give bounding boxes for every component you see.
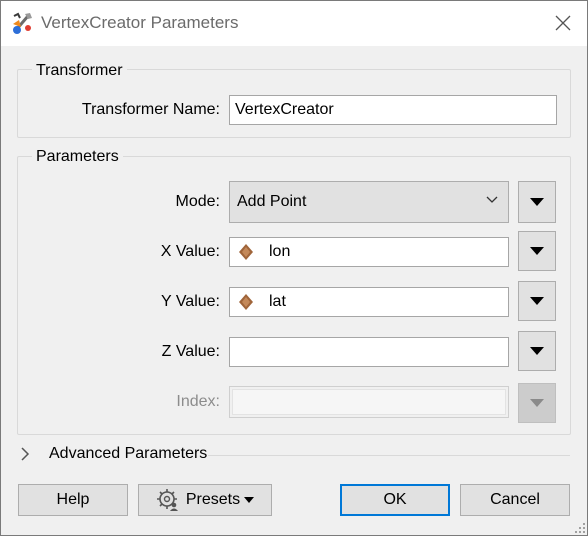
ok-button-label: OK [383, 491, 407, 508]
x-value-menu-button[interactable] [518, 231, 556, 271]
mode-menu-button[interactable] [518, 181, 556, 223]
z-value-menu-button[interactable] [518, 331, 556, 371]
index-field [229, 386, 509, 418]
index-field-inner [232, 389, 506, 415]
transformer-name-label: Transformer Name: [81, 101, 220, 118]
triangle-down-icon [244, 497, 255, 503]
mode-select[interactable]: Add Point [229, 181, 509, 223]
presets-button[interactable]: Presets [138, 484, 272, 516]
transformer-group-title: Transformer [32, 62, 127, 80]
attribute-icon [239, 244, 253, 260]
mode-label: Mode: [175, 193, 220, 210]
x-value-text: lon [269, 243, 291, 260]
chevron-right-icon [21, 447, 30, 461]
triangle-down-icon [530, 247, 544, 255]
help-button[interactable]: Help [18, 484, 128, 516]
y-value-label: Y Value: [160, 293, 220, 310]
presets-button-label: Presets [185, 491, 241, 508]
triangle-down-icon [530, 347, 544, 355]
close-button[interactable] [538, 0, 588, 46]
triangle-down-icon [530, 297, 544, 305]
attribute-icon [239, 294, 253, 310]
chevron-down-icon [486, 196, 498, 203]
triangle-down-icon [530, 198, 544, 206]
cancel-button[interactable]: Cancel [460, 484, 570, 516]
index-menu-button [518, 383, 556, 423]
x-value-label: X Value: [160, 243, 220, 260]
y-value-text: lat [269, 293, 286, 310]
transformer-name-value: VertexCreator [235, 101, 334, 118]
x-value-field[interactable]: lon [229, 237, 509, 267]
advanced-parameters-label: Advanced Parameters [49, 445, 208, 462]
resize-grip-icon[interactable] [572, 520, 586, 534]
cancel-button-label: Cancel [490, 491, 540, 508]
advanced-parameters-toggle[interactable]: Advanced Parameters [20, 445, 207, 463]
triangle-down-icon [530, 399, 544, 407]
fme-transformer-icon [13, 12, 32, 34]
z-value-field[interactable] [229, 337, 509, 367]
y-value-field[interactable]: lat [229, 287, 509, 317]
y-value-menu-button[interactable] [518, 281, 556, 321]
parameters-group-title: Parameters [32, 148, 123, 166]
window-title: VertexCreator Parameters [41, 13, 239, 32]
transformer-name-field[interactable]: VertexCreator [229, 95, 557, 125]
index-label: Index: [176, 393, 220, 410]
gear-user-icon [156, 489, 178, 511]
title-bar: VertexCreator Parameters [0, 0, 588, 46]
advanced-divider [208, 455, 570, 456]
z-value-label: Z Value: [161, 343, 220, 360]
close-icon [555, 15, 571, 31]
help-button-label: Help [56, 491, 90, 508]
mode-value: Add Point [237, 193, 307, 210]
ok-button[interactable]: OK [340, 484, 450, 516]
